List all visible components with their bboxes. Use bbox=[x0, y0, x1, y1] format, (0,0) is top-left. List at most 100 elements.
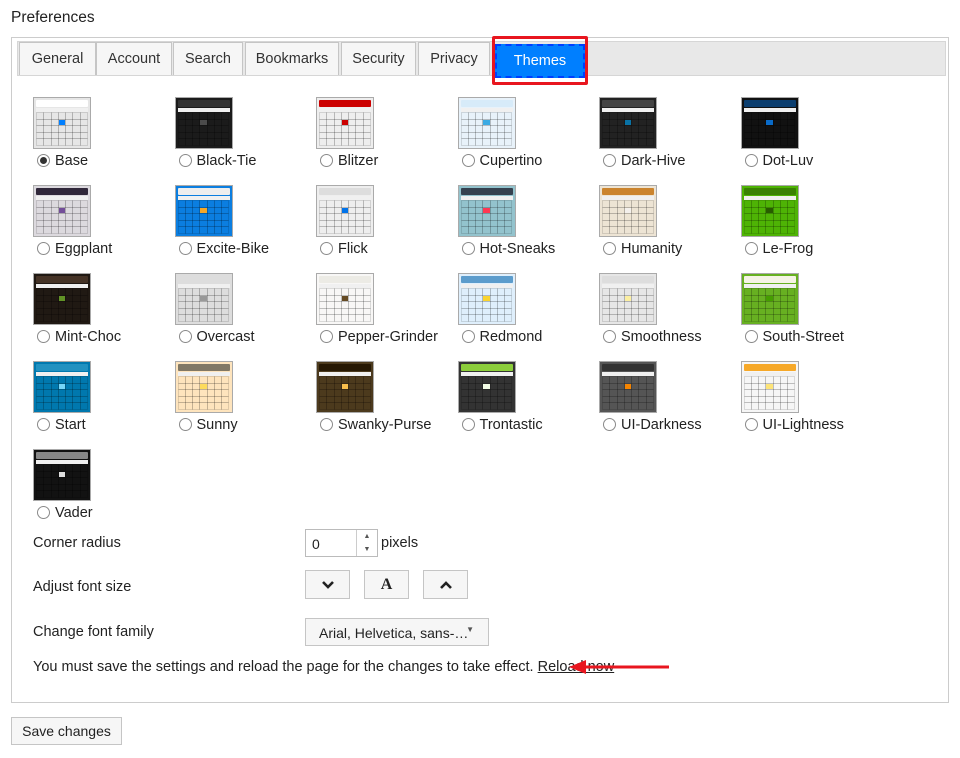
theme-preview-black-tie[interactable] bbox=[174, 97, 233, 149]
theme-preview-eggplant[interactable] bbox=[33, 185, 91, 237]
theme-preview-le-frog[interactable] bbox=[740, 185, 799, 237]
tab-privacy[interactable]: Privacy bbox=[418, 42, 490, 75]
save-changes-button[interactable]: Save changes bbox=[11, 717, 122, 745]
corner-radius-stepper[interactable]: ▲ ▼ bbox=[356, 530, 377, 556]
increase-font-button[interactable] bbox=[423, 570, 468, 599]
theme-option-ui-lightness[interactable]: UI-Lightness bbox=[740, 361, 881, 447]
theme-option-hot-sneaks[interactable]: Hot-Sneaks bbox=[457, 185, 598, 271]
theme-preview-ui-darkness[interactable] bbox=[599, 361, 657, 413]
theme-radio-humanity[interactable] bbox=[603, 242, 616, 255]
theme-radio-vader[interactable] bbox=[37, 506, 50, 519]
theme-option-ui-darkness[interactable]: UI-Darkness bbox=[599, 361, 739, 447]
theme-preview-dark-hive[interactable] bbox=[599, 97, 657, 149]
theme-radio-base[interactable] bbox=[37, 154, 50, 167]
theme-radio-ui-lightness[interactable] bbox=[744, 418, 758, 431]
theme-option-trontastic[interactable]: Trontastic bbox=[457, 361, 598, 447]
theme-option-sunny[interactable]: Sunny bbox=[174, 361, 315, 447]
preview-day-cell bbox=[79, 376, 89, 384]
theme-preview-sunny[interactable] bbox=[174, 361, 233, 413]
font-size-label: Adjust font size bbox=[33, 579, 132, 595]
preview-day-cell bbox=[199, 288, 208, 296]
theme-preview-overcast[interactable] bbox=[174, 273, 233, 325]
theme-option-pepper-grinder[interactable]: Pepper-Grinder bbox=[316, 273, 456, 359]
theme-radio-flick[interactable] bbox=[320, 242, 333, 255]
theme-radio-swanky-purse[interactable] bbox=[320, 418, 333, 431]
theme-preview-mint-choc[interactable] bbox=[33, 273, 91, 325]
theme-option-eggplant[interactable]: Eggplant bbox=[33, 185, 173, 271]
theme-option-redmond[interactable]: Redmond bbox=[457, 273, 598, 359]
theme-preview-blitzer[interactable] bbox=[316, 97, 374, 149]
theme-option-black-tie[interactable]: Black-Tie bbox=[174, 97, 315, 183]
theme-radio-south-street[interactable] bbox=[744, 330, 758, 343]
theme-option-humanity[interactable]: Humanity bbox=[599, 185, 739, 271]
theme-preview-humanity[interactable] bbox=[599, 185, 657, 237]
theme-preview-cupertino[interactable] bbox=[457, 97, 516, 149]
theme-option-le-frog[interactable]: Le-Frog bbox=[740, 185, 881, 271]
theme-radio-smoothness[interactable] bbox=[603, 330, 616, 343]
tab-search[interactable]: Search bbox=[173, 42, 243, 75]
theme-option-cupertino[interactable]: Cupertino bbox=[457, 97, 598, 183]
font-family-select[interactable]: Arial, Helvetica, sans-… ▼ bbox=[305, 618, 489, 646]
theme-preview-swanky-purse[interactable] bbox=[316, 361, 374, 413]
theme-option-smoothness[interactable]: Smoothness bbox=[599, 273, 739, 359]
theme-radio-black-tie[interactable] bbox=[178, 154, 192, 167]
theme-option-blitzer[interactable]: Blitzer bbox=[316, 97, 456, 183]
theme-preview-redmond[interactable] bbox=[457, 273, 516, 325]
preview-day-cell bbox=[623, 314, 633, 322]
reset-font-button[interactable]: A bbox=[364, 570, 409, 599]
preview-day-cell bbox=[177, 112, 186, 120]
theme-option-base[interactable]: Base bbox=[33, 97, 173, 183]
theme-radio-start[interactable] bbox=[37, 418, 50, 431]
theme-radio-cupertino[interactable] bbox=[461, 154, 475, 167]
stepper-down-icon[interactable]: ▼ bbox=[357, 543, 377, 556]
theme-radio-le-frog[interactable] bbox=[744, 242, 758, 255]
tab-general[interactable]: General bbox=[19, 42, 96, 75]
theme-option-dark-hive[interactable]: Dark-Hive bbox=[599, 97, 739, 183]
theme-option-overcast[interactable]: Overcast bbox=[174, 273, 315, 359]
theme-preview-trontastic[interactable] bbox=[457, 361, 516, 413]
theme-radio-trontastic[interactable] bbox=[461, 418, 475, 431]
theme-preview-dot-luv[interactable] bbox=[740, 97, 799, 149]
theme-preview-vader[interactable] bbox=[33, 449, 91, 501]
preview-day-cell bbox=[750, 395, 760, 404]
theme-radio-dark-hive[interactable] bbox=[603, 154, 616, 167]
theme-radio-hot-sneaks[interactable] bbox=[461, 242, 475, 255]
decrease-font-button[interactable] bbox=[305, 570, 350, 599]
theme-preview-start[interactable] bbox=[33, 361, 91, 413]
theme-preview-excite-bike[interactable] bbox=[174, 185, 233, 237]
tab-account[interactable]: Account bbox=[96, 42, 172, 75]
theme-preview-base[interactable] bbox=[33, 97, 91, 149]
tab-bookmarks[interactable]: Bookmarks bbox=[245, 42, 339, 75]
theme-radio-eggplant[interactable] bbox=[37, 242, 50, 255]
theme-radio-mint-choc[interactable] bbox=[37, 330, 50, 343]
theme-radio-redmond[interactable] bbox=[461, 330, 475, 343]
theme-preview-ui-lightness[interactable] bbox=[740, 361, 799, 413]
theme-option-mint-choc[interactable]: Mint-Choc bbox=[33, 273, 173, 359]
theme-option-swanky-purse[interactable]: Swanky-Purse bbox=[316, 361, 456, 447]
preview-day-cell bbox=[348, 200, 357, 208]
theme-option-vader[interactable]: Vader bbox=[33, 449, 173, 535]
theme-preview-hot-sneaks[interactable] bbox=[457, 185, 516, 237]
theme-radio-excite-bike[interactable] bbox=[178, 242, 192, 255]
preview-day-cell bbox=[348, 131, 357, 140]
stepper-up-icon[interactable]: ▲ bbox=[357, 530, 377, 543]
tab-security[interactable]: Security bbox=[341, 42, 416, 75]
corner-radius-input[interactable]: 0 ▲ ▼ bbox=[305, 529, 378, 557]
theme-radio-overcast[interactable] bbox=[178, 330, 192, 343]
theme-option-flick[interactable]: Flick bbox=[316, 185, 456, 271]
theme-radio-blitzer[interactable] bbox=[320, 154, 333, 167]
theme-radio-pepper-grinder[interactable] bbox=[320, 330, 333, 343]
theme-radio-sunny[interactable] bbox=[178, 418, 192, 431]
theme-option-dot-luv[interactable]: Dot-Luv bbox=[740, 97, 881, 183]
theme-radio-ui-darkness[interactable] bbox=[603, 418, 616, 431]
theme-preview-south-street[interactable] bbox=[740, 273, 799, 325]
preview-day-cell bbox=[50, 483, 59, 492]
theme-radio-dot-luv[interactable] bbox=[744, 154, 758, 167]
preview-weekdays bbox=[602, 108, 654, 112]
theme-option-excite-bike[interactable]: Excite-Bike bbox=[174, 185, 315, 271]
theme-option-start[interactable]: Start bbox=[33, 361, 173, 447]
theme-preview-flick[interactable] bbox=[316, 185, 374, 237]
theme-preview-pepper-grinder[interactable] bbox=[316, 273, 374, 325]
theme-option-south-street[interactable]: South-Street bbox=[740, 273, 881, 359]
theme-preview-smoothness[interactable] bbox=[599, 273, 657, 325]
